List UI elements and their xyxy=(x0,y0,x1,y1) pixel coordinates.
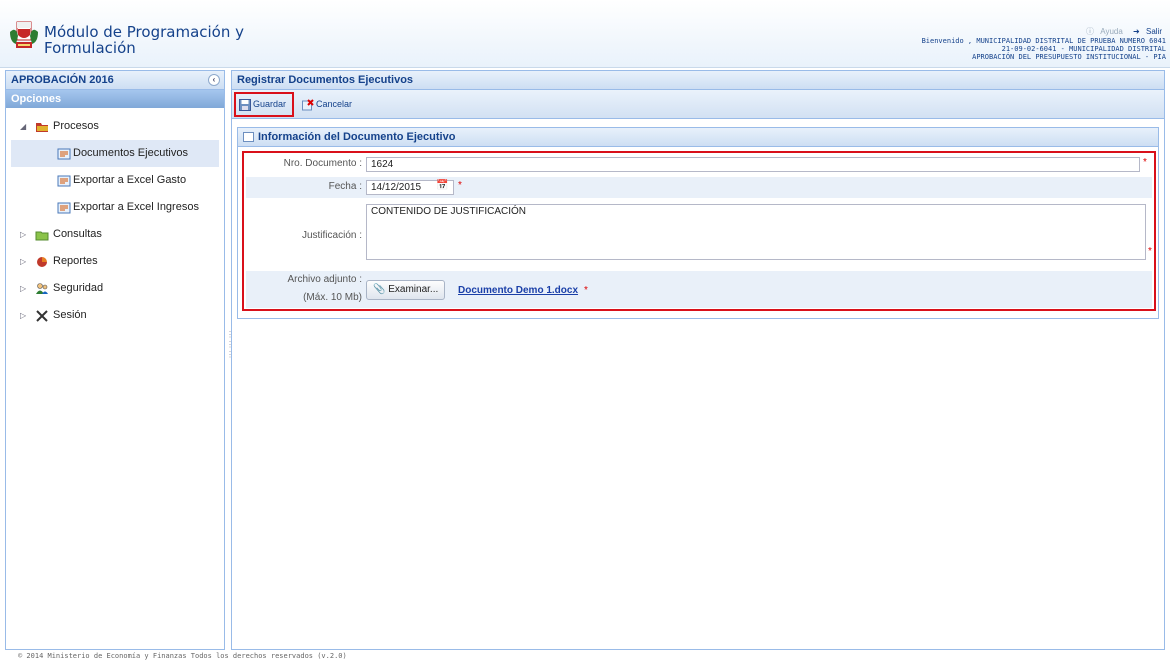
section-header: Información del Documento Ejecutivo xyxy=(238,128,1158,147)
tree-item-seguridad[interactable]: ▷ Seguridad xyxy=(11,275,219,302)
options-header: Opciones xyxy=(6,90,224,108)
navigation-tree: ◢ Procesos Documentos Ejecutivos Exporta… xyxy=(11,113,219,329)
cancel-button[interactable]: Cancelar xyxy=(302,96,352,112)
collapsed-arrow-icon[interactable]: ▷ xyxy=(20,275,26,302)
folder-icon xyxy=(36,123,48,132)
section-toggle-checkbox[interactable] xyxy=(243,132,254,142)
expanded-arrow-icon[interactable]: ◢ xyxy=(20,113,26,140)
exit-link[interactable]: ➜ Salir xyxy=(1129,27,1162,36)
panel-splitter[interactable]: ⋮ ⋮ ⋮ xyxy=(226,330,234,390)
cancel-icon xyxy=(302,98,314,111)
top-links: ⓘ Ayuda ➜ Salir xyxy=(1078,26,1162,37)
tree-item-documentos-ejecutivos[interactable]: Documentos Ejecutivos xyxy=(11,140,219,167)
tree-item-label: Seguridad xyxy=(53,282,104,294)
collapsed-arrow-icon[interactable]: ▷ xyxy=(20,221,26,248)
section-title: Información del Documento Ejecutivo xyxy=(258,131,456,143)
welcome-line1: Bienvenido , MUNICIPALIDAD DISTRITAL DE … xyxy=(921,37,1166,45)
toolbar: Guardar Cancelar xyxy=(232,90,1164,119)
chart-icon xyxy=(37,257,47,267)
tree-item-label: Consultas xyxy=(53,228,102,240)
form-highlight-box xyxy=(242,151,1156,311)
document-icon xyxy=(57,202,71,214)
tree-item-sesion[interactable]: ▷ Sesión xyxy=(11,302,219,329)
tree-item-exportar-gasto[interactable]: Exportar a Excel Gasto xyxy=(11,167,219,194)
main-panel: Registrar Documentos Ejecutivos Guardar … xyxy=(231,70,1165,650)
help-link[interactable]: ⓘ Ayuda xyxy=(1082,27,1125,36)
sidebar-title: APROBACIÓN 2016 ‹ xyxy=(6,71,224,90)
app-title-line1: Módulo de Programación y xyxy=(44,23,245,41)
tree-item-label: Sesión xyxy=(53,309,87,321)
document-icon xyxy=(57,148,71,160)
exit-icon: ➜ xyxy=(1133,27,1140,36)
save-icon xyxy=(239,98,251,111)
exit-label: Salir xyxy=(1145,27,1162,36)
tree-item-label: Reportes xyxy=(53,255,98,267)
page-title: Registrar Documentos Ejecutivos xyxy=(232,71,1164,90)
tree-item-label: Exportar a Excel Ingresos xyxy=(73,201,199,213)
welcome-line3: APROBACIÓN DEL PRESUPUESTO INSTITUCIONAL… xyxy=(972,53,1166,61)
tree-item-consultas[interactable]: ▷ Consultas xyxy=(11,221,219,248)
collapse-icon[interactable]: ‹ xyxy=(208,74,220,86)
collapsed-arrow-icon[interactable]: ▷ xyxy=(20,248,26,275)
sidebar-title-label: APROBACIÓN 2016 xyxy=(11,74,114,86)
cancel-label: Cancelar xyxy=(316,99,353,109)
tree-item-procesos[interactable]: ◢ Procesos xyxy=(11,113,219,140)
tree-item-label: Exportar a Excel Gasto xyxy=(73,174,187,186)
coat-of-arms-logo xyxy=(10,21,38,48)
tree-item-label: Documentos Ejecutivos xyxy=(73,147,188,159)
tree-item-exportar-ingresos[interactable]: Exportar a Excel Ingresos xyxy=(11,194,219,221)
help-icon: ⓘ xyxy=(1086,27,1095,36)
tree-item-label: Procesos xyxy=(53,120,99,132)
users-icon xyxy=(36,283,48,294)
tools-icon xyxy=(36,310,48,322)
save-button[interactable]: Guardar xyxy=(239,96,286,112)
collapsed-arrow-icon[interactable]: ▷ xyxy=(20,302,26,329)
app-header: Módulo de Programación y Formulación ⓘ A… xyxy=(0,0,1170,68)
footer-copyright: © 2014 Ministerio de Economía y Finanzas… xyxy=(18,652,347,660)
tree-item-reportes[interactable]: ▷ Reportes xyxy=(11,248,219,275)
app-title-line2: Formulación xyxy=(44,39,136,57)
welcome-info: Bienvenido , MUNICIPALIDAD DISTRITAL DE … xyxy=(922,37,1166,61)
document-info-section: Información del Documento Ejecutivo Nro.… xyxy=(237,127,1159,319)
app-title: Módulo de Programación y Formulación xyxy=(44,24,244,56)
folder-icon xyxy=(35,231,49,241)
welcome-line2: 21-09-02-6041 - MUNICIPALIDAD DISTRITAL xyxy=(1001,45,1166,53)
sidebar-panel: APROBACIÓN 2016 ‹ Opciones ◢ Procesos Do… xyxy=(5,70,225,650)
help-label: Ayuda xyxy=(1100,27,1123,36)
document-icon xyxy=(57,175,71,187)
save-label: Guardar xyxy=(253,99,287,109)
